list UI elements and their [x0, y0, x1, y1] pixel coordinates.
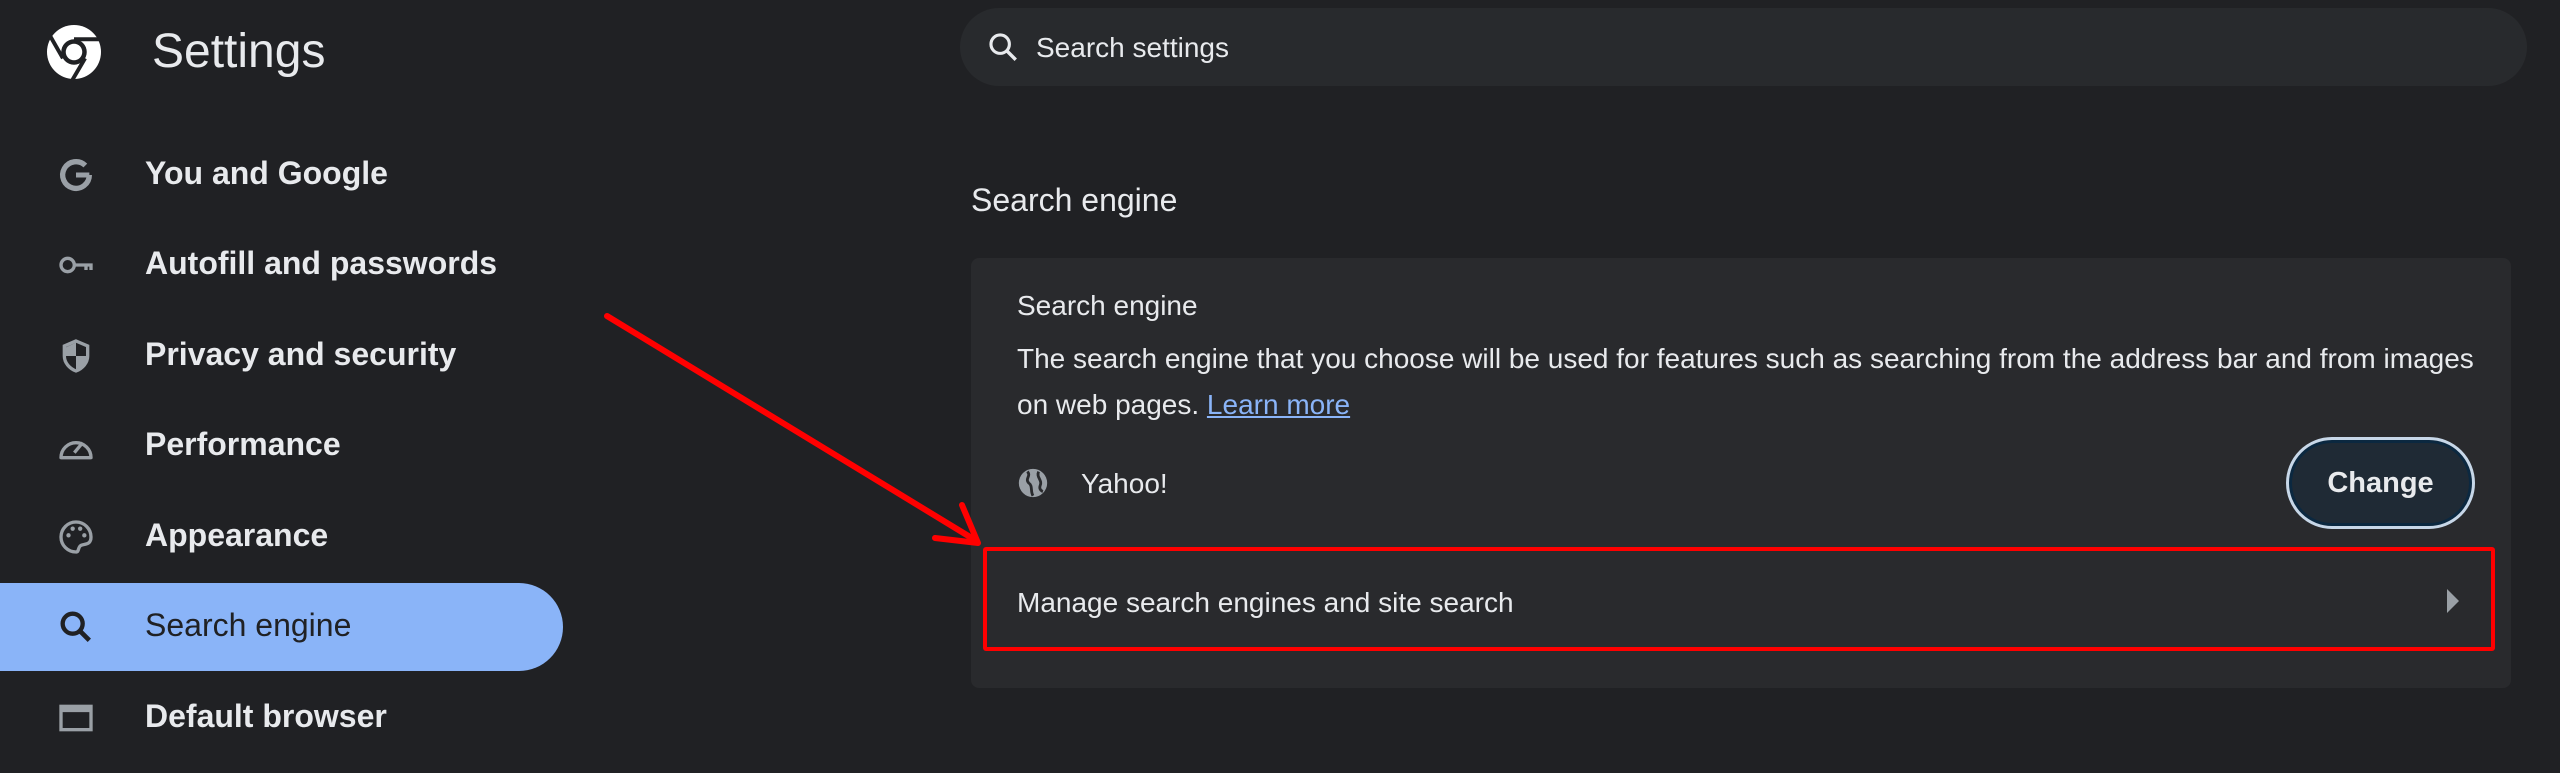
search-icon — [60, 611, 91, 642]
speedometer-icon — [59, 441, 93, 460]
sidebar-item-performance[interactable]: Performance — [0, 402, 563, 490]
card-title: Search engine — [1017, 290, 1198, 321]
manage-label: Manage search engines and site search — [1017, 587, 1514, 618]
sidebar-item-label: Privacy and security — [145, 336, 457, 372]
current-search-engine: Yahoo! — [1081, 468, 1168, 499]
key-icon — [59, 256, 93, 274]
google-icon — [60, 159, 92, 192]
chevron-right-icon — [2447, 589, 2459, 613]
sidebar-item-search-engine[interactable]: Search engine — [0, 583, 563, 671]
search-placeholder: Search settings — [1036, 32, 1229, 63]
search-input[interactable]: Search settings — [960, 8, 2527, 86]
sidebar-item-privacy[interactable]: Privacy and security — [0, 312, 563, 400]
sidebar-item-label: You and Google — [145, 155, 388, 191]
sidebar-item-autofill[interactable]: Autofill and passwords — [0, 221, 563, 309]
sidebar-item-label: Default browser — [145, 698, 387, 734]
globe-icon — [1018, 468, 1048, 498]
sidebar-item-you-and-google[interactable]: You and Google — [0, 131, 563, 219]
sidebar-item-label: Search engine — [145, 607, 352, 643]
manage-search-engines-row[interactable]: Manage search engines and site search — [983, 547, 2495, 651]
sidebar-item-label: Performance — [145, 426, 341, 462]
shield-icon — [62, 339, 90, 373]
palette-icon — [59, 520, 93, 554]
chrome-icon — [47, 25, 101, 81]
browser-window-icon — [59, 704, 93, 732]
change-button[interactable]: Change — [2286, 437, 2475, 529]
sidebar-item-label: Appearance — [145, 517, 329, 553]
sidebar-item-label: Autofill and passwords — [145, 245, 498, 281]
page-title: Settings — [152, 25, 326, 78]
sidebar-item-appearance[interactable]: Appearance — [0, 493, 563, 581]
sidebar-item-default-browser[interactable]: Default browser — [0, 674, 563, 762]
section-heading: Search engine — [971, 182, 1178, 218]
card-description: The search engine that you choose will b… — [1017, 336, 2477, 428]
learn-more-link[interactable]: Learn more — [1207, 389, 1350, 420]
search-icon — [989, 33, 1017, 61]
